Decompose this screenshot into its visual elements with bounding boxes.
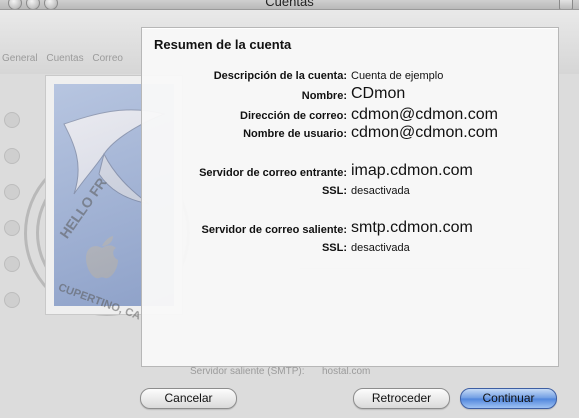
background-smtp-label: Servidor saliente (SMTP): [190, 366, 305, 377]
incoming-server-value: imap.cdmon.com [351, 162, 473, 179]
background-tab-general: General [2, 53, 38, 64]
name-value: CDmon [351, 85, 406, 102]
outgoing-server-label: Servidor de correo saliente: [201, 224, 348, 236]
outgoing-ssl-label: SSL: [321, 242, 347, 254]
cancel-button[interactable]: Cancelar [140, 388, 237, 409]
apple-logo-icon [86, 236, 118, 279]
background-account-icon [4, 112, 20, 128]
email-address-label: Dirección de correo: [240, 110, 347, 122]
background-smtp-value: hostal.com [322, 366, 371, 377]
incoming-server-label: Servidor de correo entrante: [199, 167, 347, 179]
email-address-value: cdmon@cdmon.com [351, 106, 498, 123]
window-title: Cuentas [265, 0, 314, 9]
username-value: cdmon@cdmon.com [351, 124, 498, 141]
account-description-label: Descripción de la cuenta: [213, 70, 347, 82]
window-title-bar: Cuentas [0, 0, 579, 10]
continue-button[interactable]: Continuar [460, 388, 557, 409]
account-summary-panel: Resumen de la cuenta Descripción de la c… [141, 27, 559, 367]
toolbar-toggle-icon[interactable] [559, 0, 573, 9]
name-label: Nombre: [301, 90, 347, 102]
background-toolbar-labels: General Cuentas Correo [2, 53, 129, 64]
outgoing-ssl-value: desactivada [351, 242, 410, 254]
incoming-ssl-label: SSL: [321, 185, 347, 197]
background-account-icon [4, 220, 20, 236]
background-account-icon [4, 184, 20, 200]
back-button[interactable]: Retroceder [353, 388, 450, 409]
background-tab-mail: Correo [92, 53, 123, 64]
background-account-icon [4, 148, 20, 164]
background-account-icon [4, 256, 20, 272]
account-description-value: Cuenta de ejemplo [351, 70, 444, 82]
incoming-ssl-value: desactivada [351, 185, 410, 197]
background-tab-accounts: Cuentas [46, 53, 84, 64]
background-account-icon [4, 292, 20, 308]
outgoing-server-value: smtp.cdmon.com [351, 219, 473, 236]
username-label: Nombre de usuario: [243, 128, 347, 140]
summary-title: Resumen de la cuenta [154, 37, 292, 52]
